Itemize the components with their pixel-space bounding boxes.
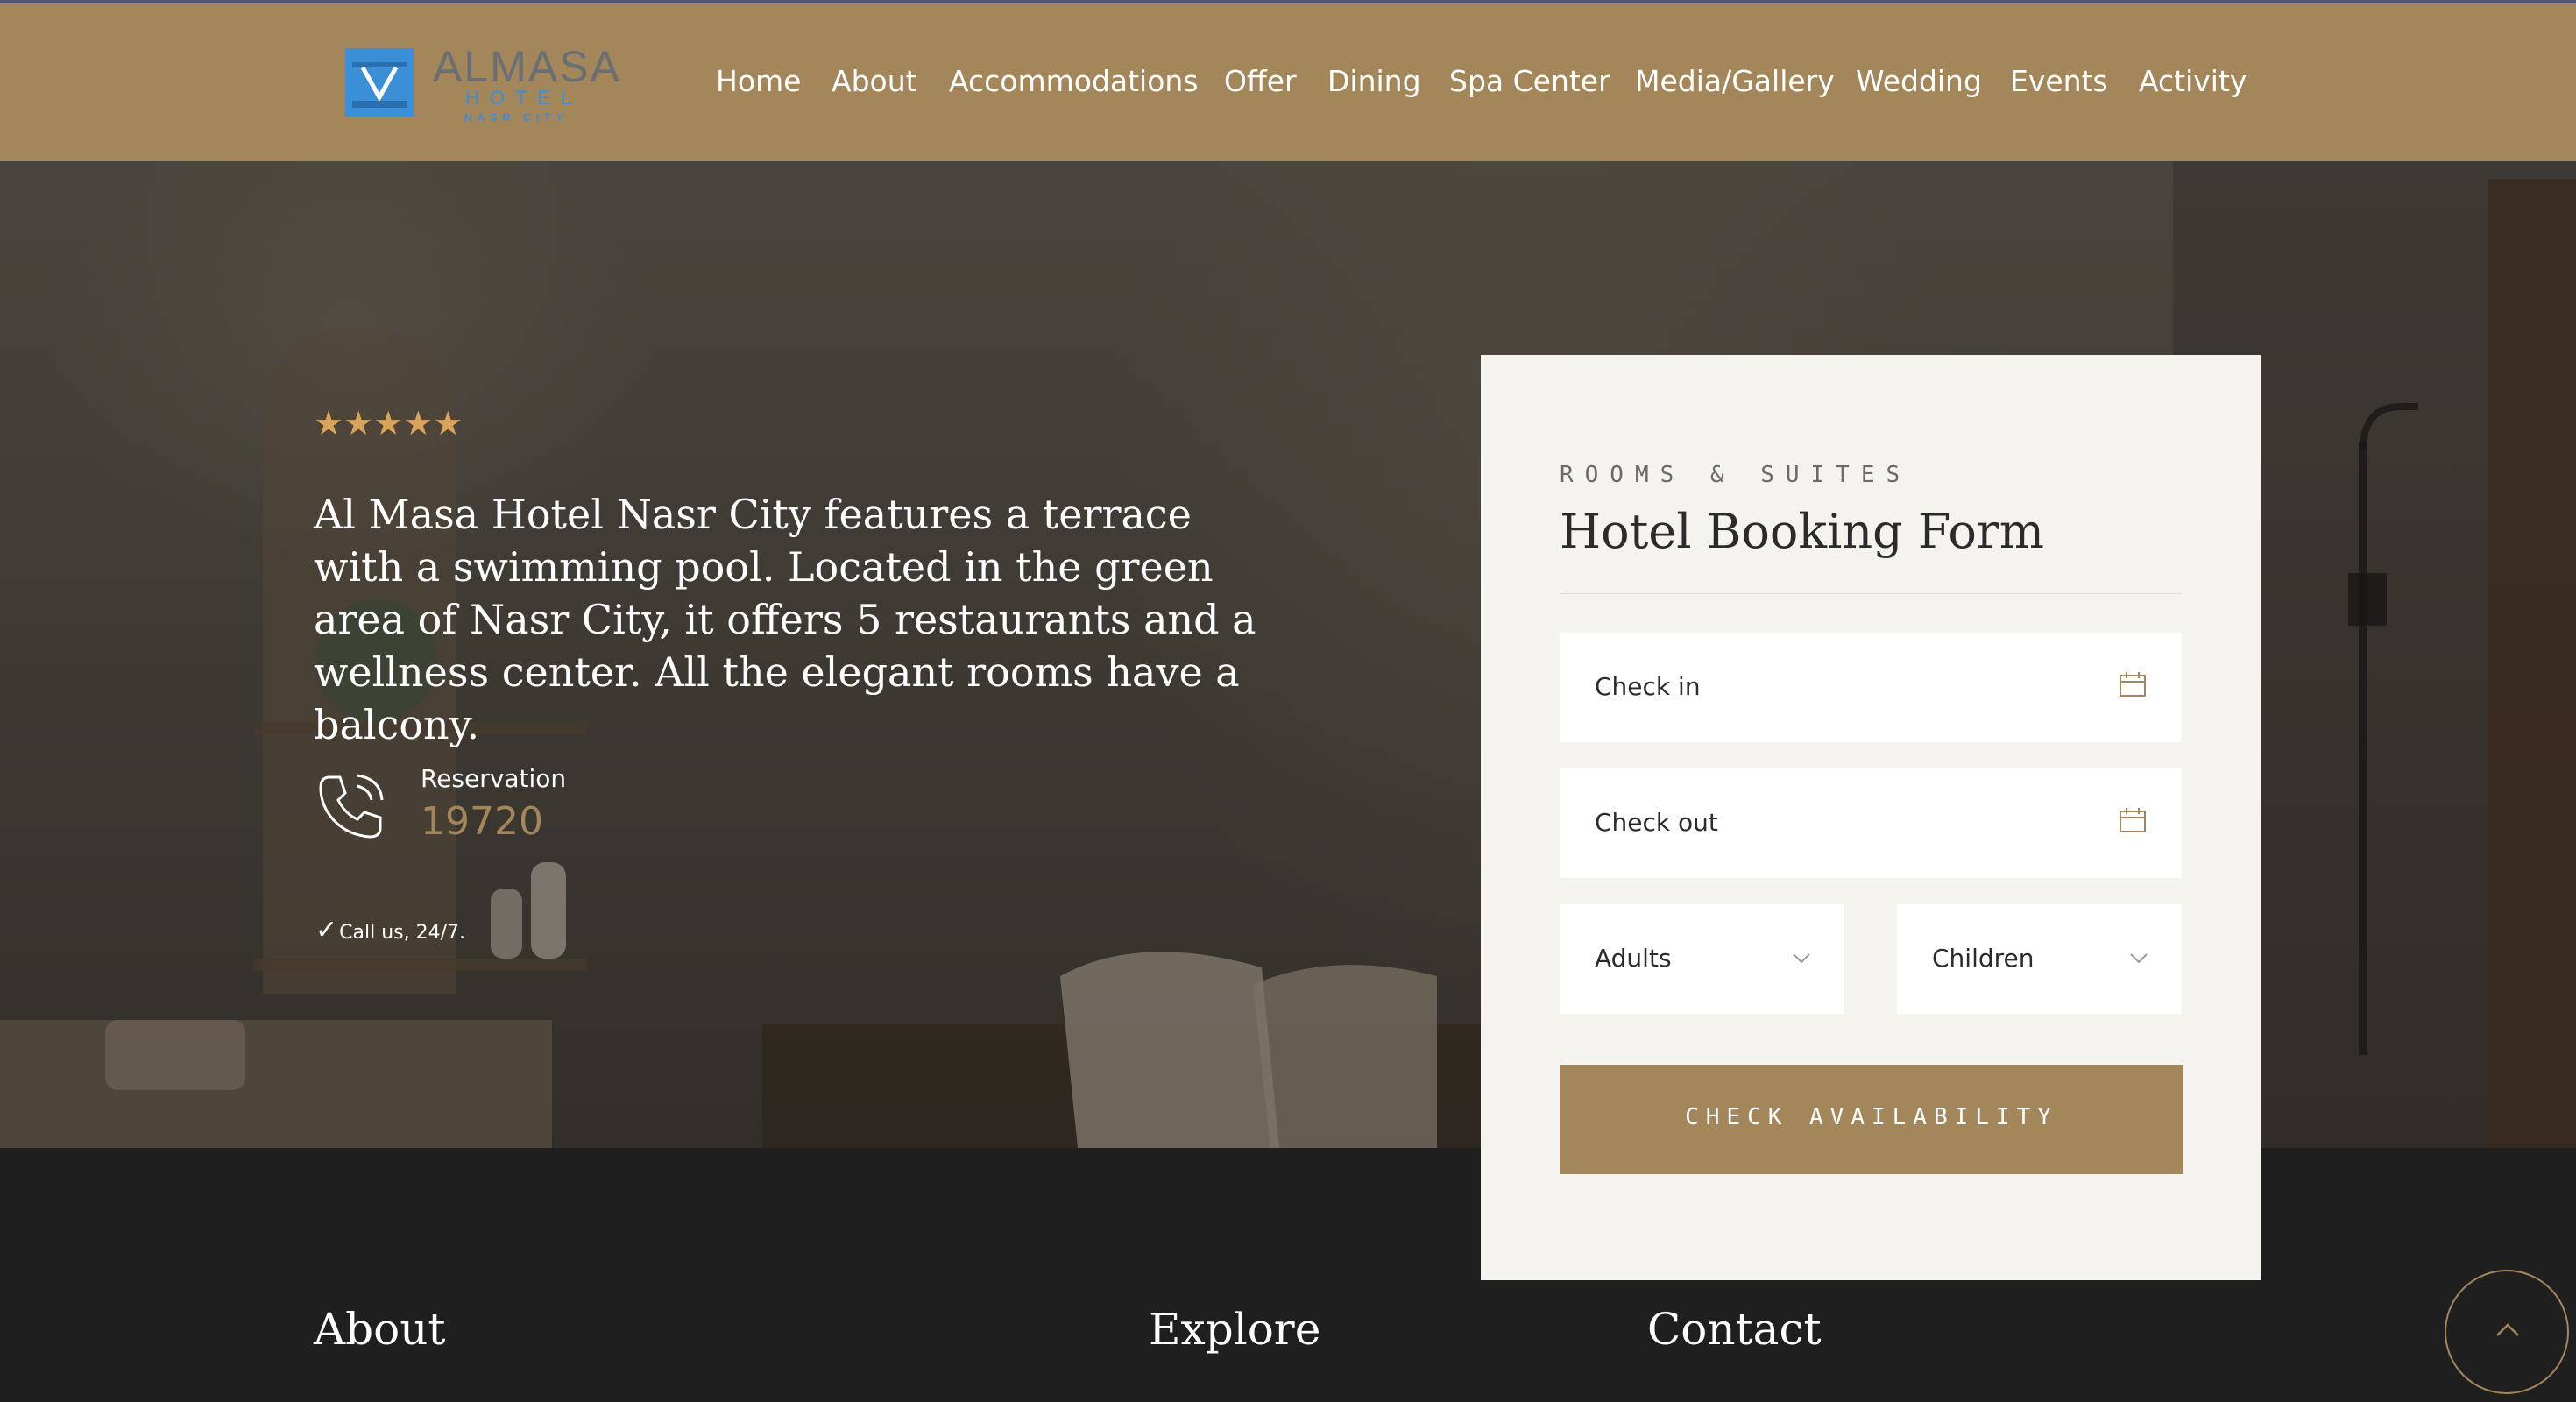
logo-subtitle: HOTEL [465,87,583,109]
nav-accommodations[interactable]: Accommodations [949,64,1199,98]
adults-label: Adults [1595,944,1672,973]
hotel-logo[interactable]: ALMASA HOTEL NASR CITY [345,41,626,129]
check-out-field[interactable]: Check out [1560,768,2182,878]
calendar-icon [2120,672,2146,697]
check-out-label: Check out [1595,808,1718,837]
children-label: Children [1932,944,2035,973]
booking-divider [1560,593,2182,594]
check-in-label: Check in [1595,672,1701,701]
nav-home[interactable]: Home [716,64,801,98]
check-availability-button[interactable]: CHECK AVAILABILITY [1560,1065,2183,1174]
hotel-intro-text: Al Masa Hotel Nasr City features a terra… [314,491,1256,748]
phone-icon [319,774,384,839]
chevron-up-icon [2496,1323,2519,1336]
logo-location: NASR CITY [464,111,569,124]
check-icon: ✓ [315,915,338,945]
nav-wedding[interactable]: Wedding [1856,64,1982,98]
nav-media-gallery[interactable]: Media/Gallery [1635,64,1835,98]
nav-events[interactable]: Events [2010,64,2108,98]
reservation-label: Reservation [421,764,567,793]
booking-title: Hotel Booking Form [1560,504,2044,559]
check-availability-label: CHECK AVAILABILITY [1685,1104,2058,1130]
reservation-number[interactable]: 19720 [421,799,543,844]
nav-about[interactable]: About [832,64,917,98]
logo-mark-icon [345,48,414,117]
chevron-down-icon [1793,953,1810,964]
chevron-down-icon [2130,953,2148,964]
calendar-icon [2120,808,2146,832]
children-select[interactable]: Children [1897,904,2182,1014]
footer-heading-contact: Contact [1647,1304,1822,1355]
nav-activity[interactable]: Activity [2139,64,2247,98]
scroll-to-top-button[interactable] [2445,1270,2569,1394]
footer-heading-about: About [314,1304,446,1355]
logo-name: ALMASA [433,42,621,91]
nav-dining[interactable]: Dining [1327,64,1421,98]
nav-offer[interactable]: Offer [1224,64,1297,98]
call-note-text: Call us, 24/7. [339,922,465,944]
footer-heading-explore: Explore [1149,1304,1321,1355]
adults-select[interactable]: Adults [1560,904,1844,1014]
rating-stars: ★★★★★ [314,404,464,443]
call-note: ✓Call us, 24/7. [315,915,465,945]
check-in-field[interactable]: Check in [1560,633,2182,742]
site-header: ALMASA HOTEL NASR CITY Home About Accomm… [0,3,2576,161]
booking-eyebrow: ROOMS & SUITES [1560,462,1912,488]
nav-spa-center[interactable]: Spa Center [1449,64,1610,98]
booking-form-card: ROOMS & SUITES Hotel Booking Form Check … [1481,355,2261,1280]
